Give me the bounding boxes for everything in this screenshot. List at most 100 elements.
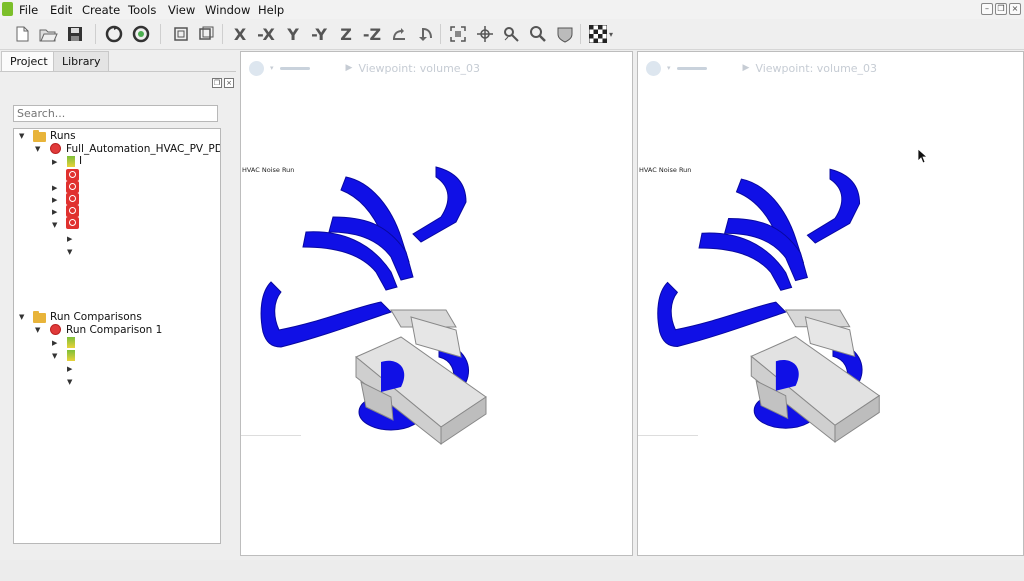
chevron-down-icon[interactable]: ▾ [270,64,274,72]
viewport-header: ▾ ▶ Viewpoint: volume_03 [646,60,877,76]
play-icon[interactable]: ▶ [743,63,750,73]
minimize-icon[interactable]: – [981,3,993,15]
toolbar-separator [160,24,161,44]
result-icon [67,337,75,348]
new-file-icon[interactable] [12,24,32,44]
zoom-region-icon[interactable] [501,24,521,44]
menu-edit[interactable]: Edit [50,3,72,17]
slider-icon[interactable] [279,66,310,70]
comparison-icon [50,324,61,335]
toolbar-separator [95,24,96,44]
rotate-right-icon[interactable] [415,24,435,44]
toolbar-separator [222,24,223,44]
view-neg-y-icon[interactable]: -Y [309,24,329,44]
expand-arrow-icon[interactable]: ▶ [67,365,72,373]
mouse-cursor-icon [917,148,927,164]
view-neg-z-icon[interactable]: -Z [362,24,382,44]
run-status-icon [66,169,79,181]
run-icon [50,143,61,154]
project-tree: ▼ Runs ▼ Full_Automation_HVAC_PV_PD ▶ I … [13,128,221,544]
refresh-icon[interactable] [104,24,124,44]
checkerboard-icon[interactable] [588,24,608,44]
expand-arrow-icon[interactable]: ▶ [52,196,57,204]
expand-arrow-icon[interactable]: ▶ [52,208,57,216]
run-status-icon [66,205,79,217]
collapse-arrow-icon[interactable]: ▼ [35,145,40,153]
frame-icon[interactable] [171,24,191,44]
menu-help[interactable]: Help [258,3,284,17]
tree-item-run[interactable]: Full_Automation_HVAC_PV_PD [66,143,220,156]
float-panel-icon[interactable]: ❐ [212,78,222,88]
viewpoint-label: Viewpoint: volume_03 [358,61,481,75]
panel-tabs: Project Library [0,51,236,72]
view-x-icon[interactable]: X [230,24,250,44]
search-input[interactable] [13,105,218,122]
viewport-divider [638,435,698,436]
menu-view[interactable]: View [168,3,195,17]
panel-buttons: ❐ × [212,78,234,88]
menu-create[interactable]: Create [82,3,120,17]
menu-tools[interactable]: Tools [128,3,156,17]
close-panel-icon[interactable]: × [224,78,234,88]
zoom-icon[interactable] [528,24,548,44]
window-icon[interactable] [196,24,216,44]
menu-window[interactable]: Window [205,3,250,17]
folder-icon [33,130,46,142]
tree-item-run-comparison[interactable]: Run Comparison 1 [66,324,162,337]
rotate-left-icon[interactable] [389,24,409,44]
viewport-2[interactable]: ▾ ▶ Viewpoint: volume_03 HVAC Noise Run [637,51,1024,556]
view-neg-x-icon[interactable]: -X [256,24,276,44]
viewport-1[interactable]: ▾ ▶ Viewpoint: volume_03 HVAC Noise Run [240,51,633,556]
toolbar-separator [580,24,581,44]
app-logo-icon [2,2,13,16]
open-folder-icon[interactable] [38,24,58,44]
refresh-green-icon[interactable] [131,24,151,44]
viewport-header: ▾ ▶ Viewpoint: volume_03 [249,60,480,76]
project-panel: ❐ × ▼ Runs ▼ Full_Automation_HVAC_PV_PD … [0,71,236,572]
restore-icon[interactable]: ❐ [995,3,1007,15]
result-icon [67,350,75,361]
window-controls: – ❐ × [981,3,1021,15]
sphere-icon[interactable] [646,60,661,76]
collapse-arrow-icon[interactable]: ▼ [67,378,72,386]
hvac-model[interactable] [638,162,1024,462]
status-bar [0,560,1024,581]
view-y-icon[interactable]: Y [283,24,303,44]
sphere-icon[interactable] [249,60,264,76]
result-icon [67,156,75,167]
tab-project[interactable]: Project [1,51,57,72]
menubar: File Edit Create Tools View Window Help … [0,0,1024,19]
play-icon[interactable]: ▶ [346,63,353,73]
chevron-down-icon[interactable]: ▾ [667,64,671,72]
expand-arrow-icon[interactable]: ▶ [52,184,57,192]
collapse-arrow-icon[interactable]: ▼ [52,352,57,360]
run-status-icon [66,193,79,205]
expand-arrow-icon[interactable]: ▶ [52,158,57,166]
hvac-model[interactable] [241,162,633,462]
collapse-arrow-icon[interactable]: ▼ [19,313,24,321]
save-icon[interactable] [65,24,85,44]
slider-icon[interactable] [676,66,707,70]
expand-arrow-icon[interactable]: ▶ [67,235,72,243]
toolbar: X -X Y -Y Z -Z ▾ [0,19,1024,50]
chevron-down-icon[interactable]: ▾ [606,24,616,44]
run-status-icon [66,181,79,193]
tree-item-run-comparisons[interactable]: Run Comparisons [50,311,142,324]
expand-arrow-icon[interactable]: ▶ [52,339,57,347]
collapse-arrow-icon[interactable]: ▼ [52,221,57,229]
view-z-icon[interactable]: Z [336,24,356,44]
menu-file[interactable]: File [19,3,38,17]
fit-icon[interactable] [448,24,468,44]
collapse-arrow-icon[interactable]: ▼ [67,248,72,256]
viewport-divider [241,435,301,436]
collapse-arrow-icon[interactable]: ▼ [19,132,24,140]
tab-library[interactable]: Library [53,51,110,72]
folder-icon [33,311,46,323]
close-icon[interactable]: × [1009,3,1021,15]
collapse-arrow-icon[interactable]: ▼ [35,326,40,334]
shield-icon[interactable] [555,24,575,44]
viewpoint-label: Viewpoint: volume_03 [755,61,878,75]
pan-icon[interactable] [475,24,495,44]
tree-item-child[interactable]: I [79,155,82,168]
tree-item-runs[interactable]: Runs [50,130,76,143]
